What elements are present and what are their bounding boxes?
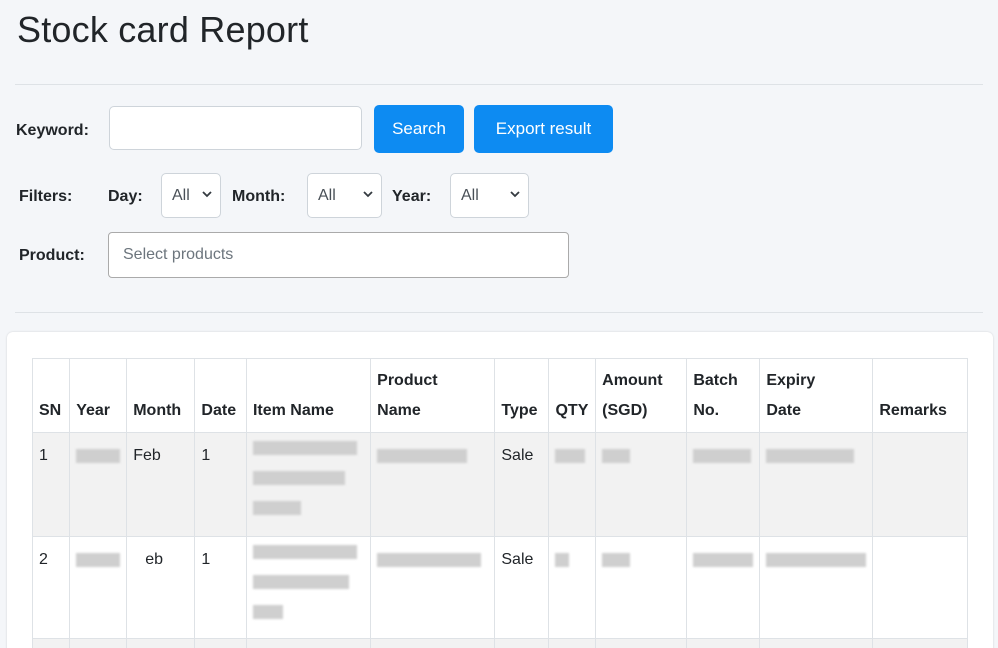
day-select-value: All [172, 187, 190, 204]
header-amount[interactable]: Amount (SGD) [595, 358, 688, 433]
cell-type: Sale [494, 536, 550, 639]
cell-product-name [370, 432, 496, 537]
day-select[interactable]: All [161, 173, 221, 218]
month-select-value: All [318, 187, 336, 204]
header-year[interactable]: Year [69, 358, 128, 433]
cell-remarks [872, 432, 968, 537]
day-label: Day: [108, 188, 143, 205]
table-row: 1 Feb 1 Sale [32, 432, 968, 537]
cell-qty [548, 536, 597, 639]
keyword-label: Keyword: [16, 122, 89, 139]
header-qty[interactable]: QTY [548, 358, 597, 433]
report-table-container[interactable]: SN Year Month Date Item Name Product Name… [32, 358, 968, 648]
chevron-down-icon [510, 191, 520, 198]
cell-amount [595, 432, 688, 537]
header-batch-no[interactable]: Batch No. [686, 358, 761, 433]
stock-card-report-page: Stock card Report Keyword: Search Export… [0, 0, 998, 648]
header-item-name[interactable]: Item Name [245, 358, 372, 433]
cell-year [69, 536, 128, 639]
cell-year [69, 432, 128, 537]
report-table: SN Year Month Date Item Name Product Name… [32, 358, 968, 648]
export-result-button[interactable]: Export result [474, 105, 613, 153]
cell-date: 1 [194, 432, 247, 537]
table-row: 2 eb 1 Sale [32, 536, 968, 639]
header-expiry-date[interactable]: Expiry Date [759, 358, 874, 433]
table-header-row: SN Year Month Date Item Name Product Name… [32, 358, 968, 433]
cell-type: Sale [494, 432, 550, 537]
cell-item-name [245, 536, 372, 639]
month-select[interactable]: All [307, 173, 382, 218]
header-sn[interactable]: SN [32, 358, 71, 433]
cell-product-name [370, 536, 496, 639]
header-remarks[interactable]: Remarks [872, 358, 968, 433]
table-row [32, 638, 968, 648]
cell-expiry-date [759, 432, 874, 537]
keyword-input[interactable] [109, 106, 362, 150]
filters-label: Filters: [19, 188, 73, 205]
cell-sn: 2 [32, 536, 71, 639]
year-select[interactable]: All [450, 173, 529, 218]
month-label: Month: [232, 188, 286, 205]
cell-month: Feb [126, 432, 196, 537]
divider [15, 84, 983, 85]
cell-expiry-date [759, 536, 874, 639]
header-product-name[interactable]: Product Name [370, 358, 496, 433]
cell-batch-no [686, 536, 761, 639]
divider [15, 312, 983, 313]
chevron-down-icon [363, 191, 373, 198]
product-label: Product: [19, 247, 85, 264]
cell-qty [548, 432, 597, 537]
cell-date: 1 [194, 536, 247, 639]
cell-month: eb [126, 536, 196, 639]
cell-sn: 1 [32, 432, 71, 537]
product-select-input[interactable]: Select products [108, 232, 569, 278]
year-label: Year: [392, 188, 432, 205]
search-button[interactable]: Search [374, 105, 464, 153]
cell-amount [595, 536, 688, 639]
cell-item-name [245, 432, 372, 537]
cell-batch-no [686, 432, 761, 537]
page-title: Stock card Report [17, 9, 309, 50]
chevron-down-icon [202, 191, 212, 198]
cell-remarks [872, 536, 968, 639]
header-type[interactable]: Type [494, 358, 550, 433]
header-month[interactable]: Month [126, 358, 196, 433]
header-date[interactable]: Date [194, 358, 247, 433]
year-select-value: All [461, 187, 479, 204]
